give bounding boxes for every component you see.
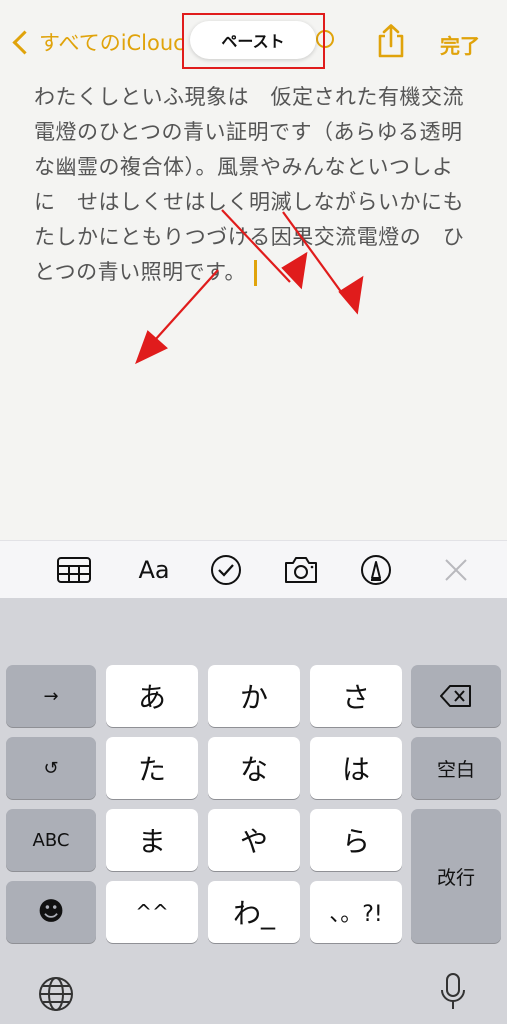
key-punctuation[interactable]: 、。?!: [310, 881, 402, 943]
key-ma[interactable]: ま: [106, 809, 198, 871]
note-line-last: とつの青い照明です。: [34, 255, 474, 290]
emoji-key[interactable]: ☻: [6, 881, 96, 943]
chevron-left-icon: [12, 29, 37, 55]
note-line: とつの青い照明です。: [34, 260, 247, 284]
close-icon[interactable]: [440, 553, 472, 587]
undo-icon: ↺: [43, 757, 59, 779]
globe-icon[interactable]: [38, 976, 74, 1016]
key-ta[interactable]: た: [106, 737, 198, 799]
key-na[interactable]: な: [208, 737, 300, 799]
key-ya[interactable]: や: [208, 809, 300, 871]
emoji-icon: ☻: [37, 897, 65, 927]
undo-key[interactable]: ↺: [6, 737, 96, 799]
abc-key[interactable]: ABC: [6, 809, 96, 871]
text-format-button[interactable]: Aa: [134, 553, 174, 587]
share-icon[interactable]: [376, 24, 406, 58]
camera-icon[interactable]: [282, 553, 320, 587]
key-ra[interactable]: ら: [310, 809, 402, 871]
note-line: に せはしくせはしく明滅しながらいかにも: [34, 190, 464, 214]
key-ka[interactable]: か: [208, 665, 300, 727]
table-icon[interactable]: [56, 553, 92, 587]
done-button[interactable]: 完了: [440, 30, 480, 59]
key-wa[interactable]: わ_: [208, 881, 300, 943]
markup-pen-icon[interactable]: [358, 553, 394, 587]
back-button[interactable]: すべてのiClouc: [8, 24, 185, 60]
key-sa[interactable]: さ: [310, 665, 402, 727]
note-body[interactable]: わたくしといふ現象は 仮定された有機交流 電燈のひとつの青い証明です（あらゆる透…: [34, 80, 474, 290]
key-ha[interactable]: は: [310, 737, 402, 799]
navigation-bar: すべてのiClouc ペースト 完了: [0, 0, 507, 80]
checklist-icon[interactable]: [208, 553, 244, 587]
note-line: な幽霊の複合体）。風景やみんなといつしよ: [34, 155, 454, 179]
note-line: わたくしといふ現象は 仮定された有機交流: [34, 85, 464, 109]
back-button-label: すべてのiClouc: [39, 31, 185, 55]
text-cursor: [254, 260, 258, 286]
microphone-icon[interactable]: [438, 972, 468, 1016]
format-toolbar: Aa: [0, 540, 507, 599]
return-key[interactable]: 改行: [411, 809, 501, 943]
key-a[interactable]: あ: [106, 665, 198, 727]
arrow-head: [135, 330, 168, 365]
paste-highlight-box: [182, 13, 325, 69]
note-line: 電燈のひとつの青い証明です（あらゆる透明: [34, 120, 463, 144]
space-key[interactable]: 空白: [411, 737, 501, 799]
japanese-kana-keyboard: → あ か さ ↺ た な は 空白 ABC ま や ら 改行 ☻ ^^ わ_ …: [0, 598, 507, 1024]
next-candidate-key[interactable]: →: [6, 665, 96, 727]
key-kaomoji[interactable]: ^^: [106, 881, 198, 943]
arrow-right-icon: →: [43, 685, 59, 707]
backspace-icon: [440, 685, 471, 707]
delete-key[interactable]: [411, 665, 501, 727]
note-line: たしかにともりつづける因果交流電燈の ひ: [34, 225, 465, 249]
